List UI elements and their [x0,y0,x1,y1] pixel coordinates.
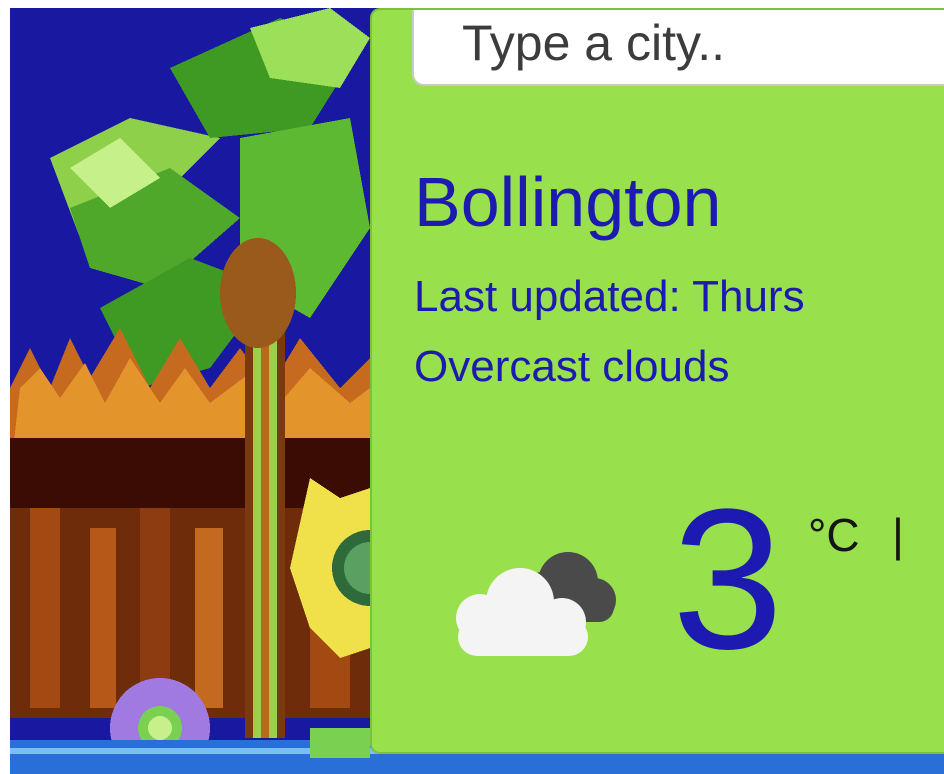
weather-description: Overcast clouds [414,342,730,391]
celsius-unit-toggle[interactable]: °C [808,508,860,562]
weather-card: Bollington Last updated: Thurs Overcast … [370,8,944,754]
city-name: Bollington [414,163,722,241]
city-search-input[interactable] [414,10,944,84]
search-box[interactable] [412,10,944,86]
temperature-value: 3 [672,468,784,691]
last-updated-text: Last updated: Thurs [414,272,805,321]
unit-separator: | [892,509,904,561]
overcast-clouds-icon [450,540,620,665]
